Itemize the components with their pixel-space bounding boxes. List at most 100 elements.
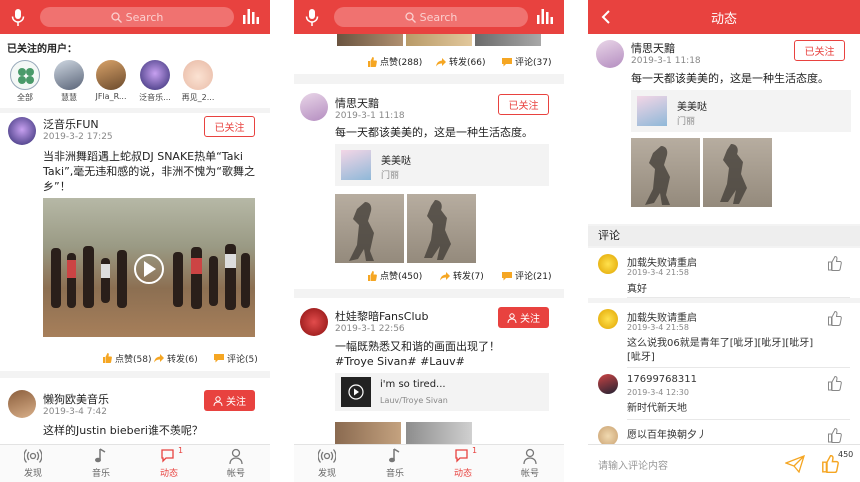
- comment-avatar[interactable]: [598, 426, 618, 446]
- tab-activity[interactable]: 动态 1: [443, 446, 483, 479]
- followed-button[interactable]: 已关注: [498, 94, 549, 115]
- comment-item: 加载失败请重启 2019-3-4 21:58 这么说我06就是青年了[呲牙][呲…: [588, 303, 860, 368]
- user-avatar-huihui[interactable]: [54, 60, 84, 90]
- ranking-bars-icon[interactable]: [243, 9, 259, 24]
- comment-icon: [502, 271, 512, 280]
- shadow-silhouette-image: [349, 202, 374, 261]
- following-title: 已关注的用户：: [7, 44, 77, 55]
- comment-time: 2019-3-4 12:30: [627, 388, 689, 397]
- radio-waves-icon: [318, 449, 336, 463]
- shared-user-card[interactable]: 美美哒 门丽: [631, 90, 851, 132]
- tab-activity[interactable]: 动态 1: [149, 446, 189, 479]
- like-button[interactable]: 点赞(288): [367, 55, 422, 68]
- all-users-avatar[interactable]: [10, 60, 40, 90]
- post-avatar[interactable]: [300, 308, 328, 336]
- post-username[interactable]: 懒狗欧美音乐: [43, 391, 109, 407]
- tab-music[interactable]: 音乐: [375, 448, 415, 479]
- play-icon: [144, 261, 156, 277]
- shared-song-card[interactable]: i'm so tired... Lauv/Troye Sivan: [335, 373, 549, 411]
- user-avatar-zaijian[interactable]: [183, 60, 213, 90]
- tab-discover[interactable]: 发现: [307, 448, 347, 479]
- comment-time: 2019-3-4 21:58: [627, 323, 689, 332]
- user-avatar-fanyinyue[interactable]: [140, 60, 170, 90]
- comment-user[interactable]: 17699768311: [627, 374, 697, 385]
- thumbs-up-icon: [368, 56, 377, 67]
- comment-button[interactable]: 评论(5): [214, 352, 258, 365]
- post-avatar[interactable]: [300, 93, 328, 121]
- post-card: 情思天黯 2019-3-1 11:18 已关注 每一天都该美美的，这是一种生活态…: [588, 34, 860, 224]
- video-thumbnail[interactable]: [43, 198, 255, 337]
- user-avatar-jfla[interactable]: [96, 60, 126, 90]
- tab-discover[interactable]: 发现: [13, 448, 53, 479]
- top-bar: Search: [294, 0, 564, 34]
- comment-button[interactable]: 评论(37): [502, 55, 551, 68]
- post-image[interactable]: [703, 138, 772, 207]
- post-avatar[interactable]: [8, 390, 36, 418]
- send-icon[interactable]: [785, 455, 805, 473]
- comment-avatar[interactable]: [598, 254, 618, 274]
- post-image[interactable]: [335, 194, 404, 263]
- post-username[interactable]: 情思天黯: [631, 40, 675, 56]
- comment-input[interactable]: 请输入评论内容: [598, 457, 668, 472]
- shared-user-card[interactable]: 美美哒 门丽: [335, 144, 549, 186]
- comment-avatar[interactable]: [598, 309, 618, 329]
- thumbs-up-outline-icon[interactable]: [827, 311, 842, 326]
- post-image[interactable]: [407, 194, 476, 263]
- comment-item: 17699768311 2019-3-4 12:30 新时代新天地: [588, 368, 860, 420]
- post-image[interactable]: [337, 34, 403, 46]
- followed-button[interactable]: 已关注: [204, 116, 255, 137]
- comment-button[interactable]: 评论(21): [502, 269, 551, 282]
- post-image[interactable]: [631, 138, 700, 207]
- post-time: 2019-3-4 7:42: [43, 407, 107, 417]
- share-button[interactable]: 转发(7): [440, 269, 484, 282]
- follow-button[interactable]: 关注: [204, 390, 255, 411]
- microphone-icon[interactable]: [305, 9, 319, 26]
- thumbs-up-outline-icon[interactable]: [827, 256, 842, 271]
- user-add-icon: [213, 395, 223, 406]
- thumbs-up-outline-icon[interactable]: [827, 428, 842, 443]
- thumbs-up-icon[interactable]: [821, 455, 839, 473]
- follow-button[interactable]: 关注: [498, 307, 549, 328]
- microphone-icon[interactable]: [11, 9, 25, 26]
- post-card: 泛音乐FUN 2019-3-2 17:25 已关注 当非洲舞蹈遇上蛇叔DJ SN…: [0, 113, 270, 371]
- comments-header: 评论: [588, 226, 860, 246]
- shared-user-subtitle: 门丽: [381, 171, 400, 181]
- tab-account[interactable]: 帐号: [216, 448, 256, 479]
- tab-account[interactable]: 帐号: [510, 448, 550, 479]
- share-button[interactable]: 转发(66): [436, 55, 485, 68]
- post-username[interactable]: 泛音乐FUN: [43, 116, 99, 132]
- post-username[interactable]: 杜娃黎暗FansClub: [335, 308, 428, 324]
- shadow-silhouette-image: [424, 200, 451, 260]
- post-image[interactable]: [406, 34, 472, 46]
- thumbs-up-outline-icon[interactable]: [827, 376, 842, 391]
- post-avatar[interactable]: [8, 117, 36, 145]
- shared-user-avatar: [637, 96, 667, 126]
- like-button[interactable]: 点赞(450): [367, 269, 422, 282]
- comment-user[interactable]: 加载失败请重启: [627, 254, 697, 269]
- post-image[interactable]: [475, 34, 541, 46]
- followed-button[interactable]: 已关注: [794, 40, 845, 61]
- comment-user[interactable]: 加载失败请重启: [627, 309, 697, 324]
- comment-item: 加载失败请重启 2019-3-4 21:58 真好: [588, 248, 860, 298]
- ranking-bars-icon[interactable]: [537, 9, 553, 24]
- comment-user[interactable]: 愿以百年换朝夕丿: [627, 426, 707, 441]
- post-image[interactable]: [406, 422, 472, 444]
- music-note-icon: [389, 448, 400, 463]
- post-text: 每一天都该美美的，这是一种生活态度。: [335, 126, 533, 139]
- chat-bubble-icon: [161, 449, 174, 463]
- post-username[interactable]: 情思天黯: [335, 95, 379, 111]
- comment-input-bar: 请输入评论内容 450: [588, 444, 860, 482]
- search-input[interactable]: Search: [40, 7, 234, 27]
- share-button[interactable]: 转发(6): [154, 352, 198, 365]
- following-name: 再见_2...: [181, 93, 215, 102]
- screen-post-detail: 动态 情思天黯 2019-3-1 11:18 已关注 每一天都该美美的，这是一种…: [588, 0, 860, 482]
- post-avatar[interactable]: [596, 40, 624, 68]
- comment-item: 愿以百年换朝夕丿: [588, 420, 860, 446]
- screen-feed-2: Search 点赞(288) 转发(66) 评论(37) 情思天黯 2019-3…: [294, 0, 564, 482]
- comment-avatar[interactable]: [598, 374, 618, 394]
- tab-music[interactable]: 音乐: [81, 448, 121, 479]
- like-button[interactable]: 点赞(58): [102, 352, 151, 365]
- search-input[interactable]: Search: [334, 7, 528, 27]
- post-image[interactable]: [335, 422, 401, 444]
- comment-body: 真好: [627, 284, 647, 295]
